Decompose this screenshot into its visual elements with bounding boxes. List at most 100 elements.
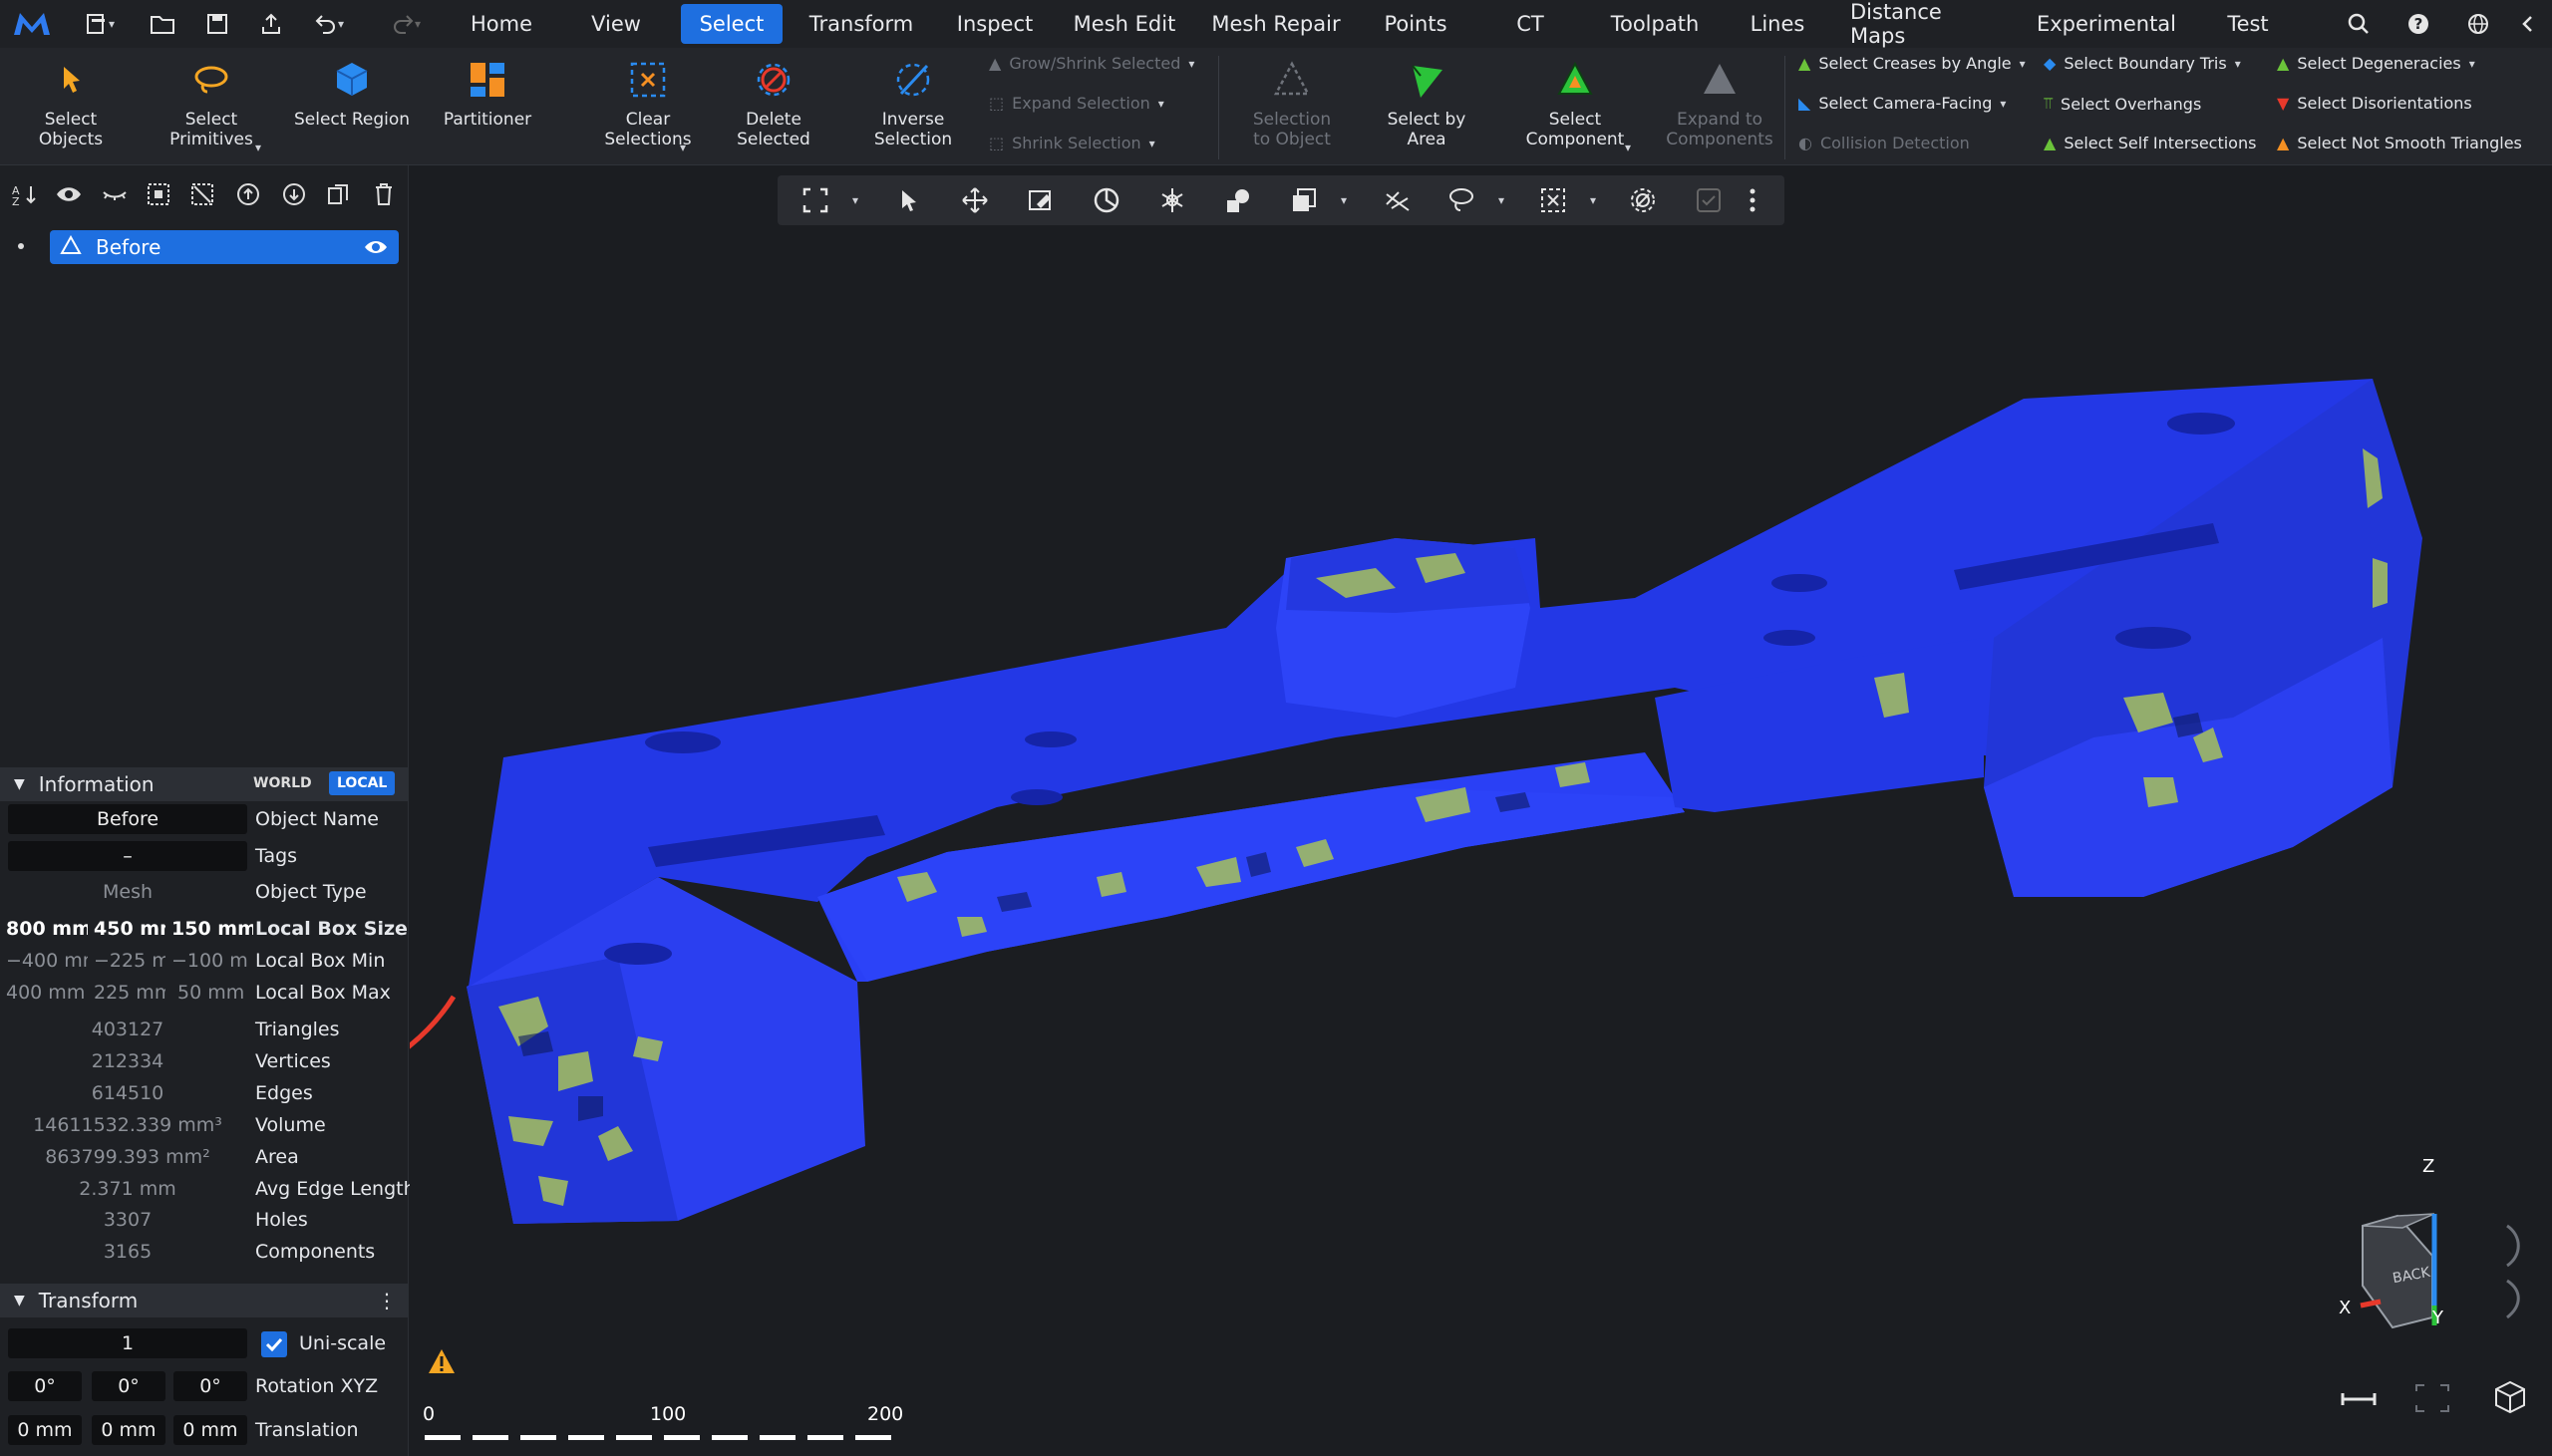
tab-select[interactable]: Select (681, 4, 783, 44)
warning-icon[interactable] (427, 1347, 457, 1375)
fit-selected-icon[interactable] (2412, 1381, 2452, 1415)
select-degeneracies-button[interactable]: ▲ Select Degeneracies ▾ (2277, 54, 2475, 73)
tab-experimental[interactable]: Experimental (2034, 4, 2179, 44)
inverse-selection-button[interactable]: Inverse Selection (857, 58, 969, 149)
expand-to-components-button[interactable]: Expand to Components (1661, 58, 1778, 149)
snowflake-icon[interactable] (1154, 182, 1190, 218)
select-boundary-tris-button[interactable]: ◆ Select Boundary Tris ▾ (2044, 54, 2241, 73)
shrink-selection-button[interactable]: ⬚ Shrink Selection ▾ (989, 134, 1155, 152)
select-creases-button[interactable]: ▲ Select Creases by Angle ▾ (1798, 54, 2026, 73)
components-label: Components (255, 1241, 376, 1263)
select-not-smooth-button[interactable]: ▲ Select Not Smooth Triangles (2277, 134, 2522, 152)
grow-shrink-selected-button[interactable]: ▲ Grow/Shrink Selected ▾ (989, 54, 1194, 73)
no-select-icon[interactable] (1625, 182, 1661, 218)
select-disorientations-button[interactable]: ▼ Select Disorientations (2277, 94, 2472, 113)
transform-header[interactable]: ▼ Transform ⋮ (0, 1284, 409, 1317)
tab-toolpath[interactable]: Toolpath (1603, 4, 1707, 44)
chevron-down-icon: ▾ (2234, 56, 2241, 71)
tab-view[interactable]: View (582, 4, 650, 44)
select-objects-button[interactable]: Select Objects (10, 58, 132, 149)
measure-icon[interactable] (2339, 1387, 2379, 1411)
tab-inspect[interactable]: Inspect (949, 4, 1041, 44)
paint-select-icon[interactable] (1023, 182, 1059, 218)
move-down-icon[interactable] (277, 177, 311, 211)
tab-mesh-repair[interactable]: Mesh Repair (1208, 4, 1344, 44)
fit-view-icon[interactable] (798, 182, 833, 218)
expand-selection-button[interactable]: ⬚ Expand Selection ▾ (989, 94, 1164, 113)
select-overhangs-button[interactable]: ⫪ Select Overhangs (2044, 94, 2201, 114)
component-triangle-icon (1553, 58, 1597, 102)
export-icon[interactable] (253, 0, 289, 48)
tab-transform[interactable]: Transform (801, 4, 921, 44)
select-by-area-button[interactable]: Select by Area (1366, 58, 1487, 149)
avg-edge-label: Avg Edge Length (255, 1178, 416, 1200)
help-icon[interactable]: ? (2398, 0, 2438, 48)
disorientation-icon: ▼ (2277, 94, 2290, 113)
collapse-ribbon-icon[interactable] (2512, 0, 2542, 48)
pointer-icon[interactable] (891, 182, 927, 218)
chevron-down-icon[interactable]: ▾ (1326, 182, 1362, 218)
tab-ct[interactable]: CT (1505, 4, 1555, 44)
chevron-down-icon: ▾ (2019, 56, 2026, 71)
new-scene-icon[interactable]: ▾ (72, 0, 128, 48)
select-self-intersections-button[interactable]: ▲ Select Self Intersections (2044, 134, 2256, 152)
select-camera-facing-button[interactable]: ◣ Select Camera-Facing ▾ (1798, 94, 2006, 113)
tab-lines[interactable]: Lines (1745, 4, 1810, 44)
tab-test[interactable]: Test (2215, 4, 2281, 44)
select-all-icon[interactable] (142, 177, 175, 211)
select-component-button[interactable]: Select Component ▾ (1519, 58, 1631, 154)
deselect-icon[interactable] (185, 177, 219, 211)
globe-icon[interactable] (2458, 0, 2498, 48)
selection-to-object-button[interactable]: Selection to Object (1240, 58, 1344, 149)
eye-icon[interactable] (52, 177, 86, 211)
clear-box-icon[interactable] (1535, 182, 1571, 218)
eye-closed-icon[interactable] (98, 177, 132, 211)
partitioner-button[interactable]: Partitioner (437, 58, 538, 130)
orientation-gizmo[interactable]: Z X Y BACK (2323, 1156, 2542, 1335)
select-primitives-button[interactable]: Select Primitives ▾ (160, 58, 263, 154)
chevron-down-icon[interactable]: ▾ (1483, 182, 1519, 218)
local-toggle[interactable]: LOCAL (329, 771, 396, 795)
gizmo-z-label: Z (2422, 1156, 2435, 1177)
information-header[interactable]: ▼ Information WORLD LOCAL (0, 767, 409, 801)
triangle-outline-icon (1270, 58, 1314, 102)
chevron-down-icon[interactable]: ▾ (837, 182, 873, 218)
clear-selections-button[interactable]: Clear Selections ▾ (588, 58, 708, 154)
collision-detection-button[interactable]: ◐ Collision Detection (1798, 134, 1970, 152)
confirm-icon[interactable] (1691, 182, 1727, 218)
world-toggle[interactable]: WORLD (247, 773, 318, 793)
mesh-model[interactable] (410, 165, 2552, 1456)
tab-points[interactable]: Points (1376, 4, 1455, 44)
search-icon[interactable] (2339, 0, 2379, 48)
3d-viewport[interactable] (410, 165, 2552, 1456)
more-options-icon[interactable] (1735, 182, 1770, 218)
app-logo-icon[interactable] (6, 0, 58, 48)
open-folder-icon[interactable] (145, 0, 180, 48)
primitives-icon[interactable] (1220, 182, 1256, 218)
rotate-icon[interactable] (1089, 182, 1124, 218)
chevron-down-icon[interactable]: ▾ (1575, 182, 1611, 218)
backface-icon[interactable] (1380, 182, 1416, 218)
trash-icon[interactable] (367, 177, 401, 211)
select-region-button[interactable]: Select Region (293, 58, 411, 130)
visibility-eye-icon[interactable] (363, 237, 389, 261)
view-cube-icon[interactable] (2492, 1379, 2528, 1415)
scene-tree-item-before[interactable]: Before (50, 230, 399, 264)
chevron-down-icon: ▾ (2000, 96, 2007, 111)
move-up-icon[interactable] (231, 177, 265, 211)
delete-selected-button[interactable]: Delete Selected (710, 58, 837, 149)
tab-home[interactable]: Home (462, 4, 541, 44)
save-icon[interactable] (199, 0, 235, 48)
tab-distance-maps[interactable]: Distance Maps (1850, 0, 2002, 48)
move-icon[interactable] (957, 182, 993, 218)
redo-icon[interactable]: ▾ (379, 0, 433, 48)
more-options-icon[interactable]: ⋮ (377, 1289, 397, 1312)
box-select-icon[interactable] (1286, 182, 1322, 218)
gizmo-x-label: X (2339, 1298, 2352, 1318)
duplicate-icon[interactable] (321, 177, 355, 211)
tab-mesh-edit[interactable]: Mesh Edit (1067, 4, 1182, 44)
lasso-select-icon[interactable] (1443, 182, 1479, 218)
sort-az-icon[interactable]: AZ (8, 177, 42, 211)
scale-bar (425, 1435, 903, 1440)
undo-icon[interactable]: ▾ (307, 0, 351, 48)
